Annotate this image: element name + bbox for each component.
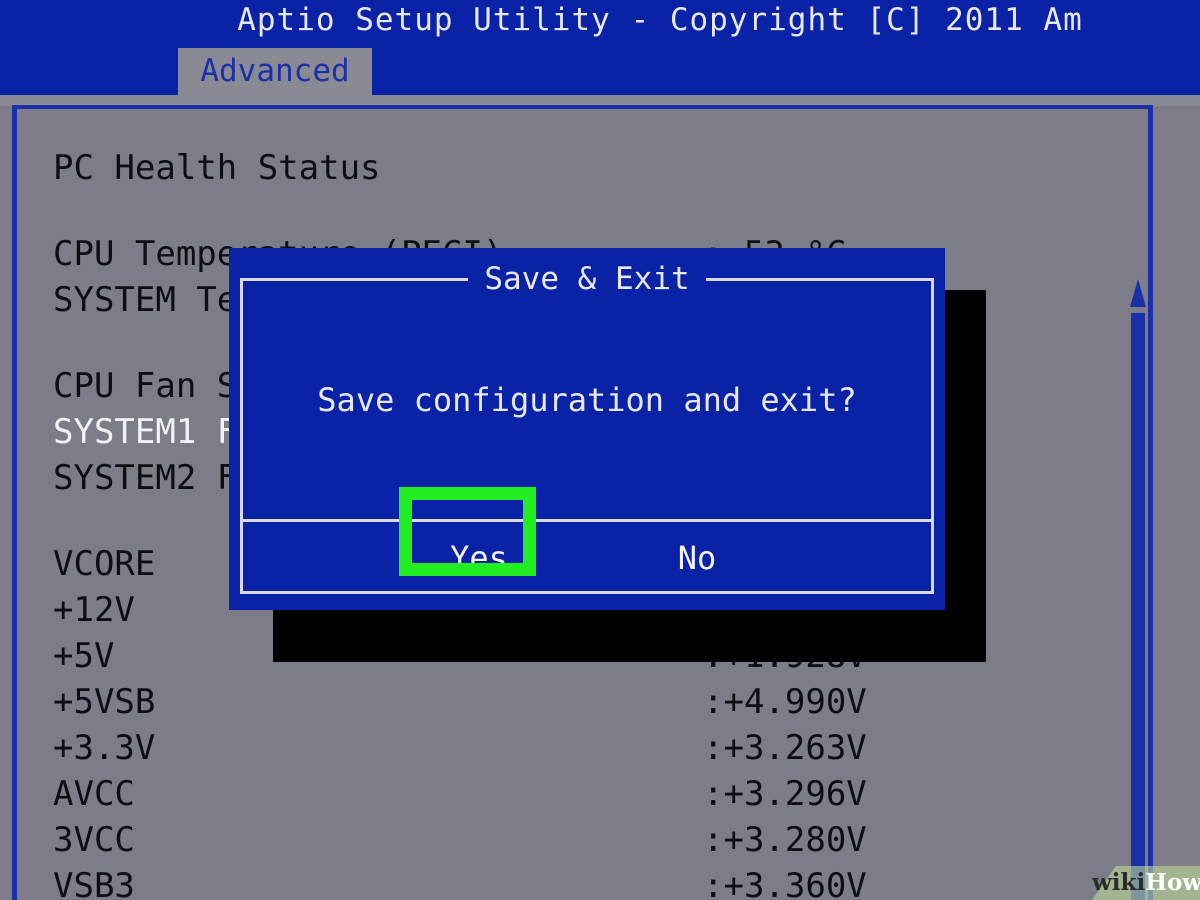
dialog-body: Save configuration and exit?	[243, 281, 931, 516]
dialog-message: Save configuration and exit?	[317, 381, 857, 419]
setting-label: AVCC	[53, 774, 135, 814]
watermark-text: wikiHow	[1092, 869, 1200, 897]
setting-value: :+4.990V	[703, 682, 867, 722]
page-title: Aptio Setup Utility - Copyright [C] 2011…	[237, 2, 1083, 38]
save-and-exit-dialog: Save & Exit Save configuration and exit?…	[229, 248, 945, 610]
bios-screen: Aptio Setup Utility - Copyright [C] 2011…	[0, 0, 1200, 900]
setting-label: VCORE	[53, 544, 156, 584]
setting-label: +12V	[53, 590, 135, 630]
setting-label: PC Health Status	[53, 148, 381, 188]
setting-row[interactable]: 3VCC :+3.280V	[53, 817, 1133, 863]
panel-right-border	[1148, 105, 1153, 900]
setting-row[interactable]: VSB3 :+3.360V	[53, 863, 1133, 900]
scrollbar-thumb[interactable]	[1131, 313, 1145, 900]
header-bar: Aptio Setup Utility - Copyright [C] 2011…	[0, 0, 1200, 48]
scroll-up-arrow-icon[interactable]	[1130, 279, 1146, 307]
setting-label: +5VSB	[53, 682, 156, 722]
setting-label: VSB3	[53, 866, 135, 900]
section-heading: PC Health Status	[53, 145, 1133, 191]
setting-label: +3.3V	[53, 728, 156, 768]
watermark-how: How	[1145, 869, 1200, 896]
wikihow-watermark: wikiHow	[1092, 866, 1200, 900]
setting-value: :+3.360V	[703, 866, 867, 900]
setting-row[interactable]: AVCC :+3.296V	[53, 771, 1133, 817]
yes-button[interactable]: Yes	[429, 536, 529, 580]
setting-row[interactable]: +5VSB :+4.990V	[53, 679, 1133, 725]
setting-value: :+3.280V	[703, 820, 867, 860]
setting-row[interactable]: +3.3V :+3.263V	[53, 725, 1133, 771]
setting-value: :+3.296V	[703, 774, 867, 814]
dialog-button-row: Yes No	[243, 522, 931, 591]
no-button[interactable]: No	[647, 536, 747, 580]
setting-value: :+3.263V	[703, 728, 867, 768]
setting-label: 3VCC	[53, 820, 135, 860]
setting-label: +5V	[53, 636, 115, 676]
vertical-scrollbar[interactable]	[1130, 279, 1146, 900]
watermark-wiki: wiki	[1092, 869, 1146, 896]
menu-tab-strip: Advanced	[0, 48, 1200, 95]
tab-advanced[interactable]: Advanced	[178, 48, 372, 95]
